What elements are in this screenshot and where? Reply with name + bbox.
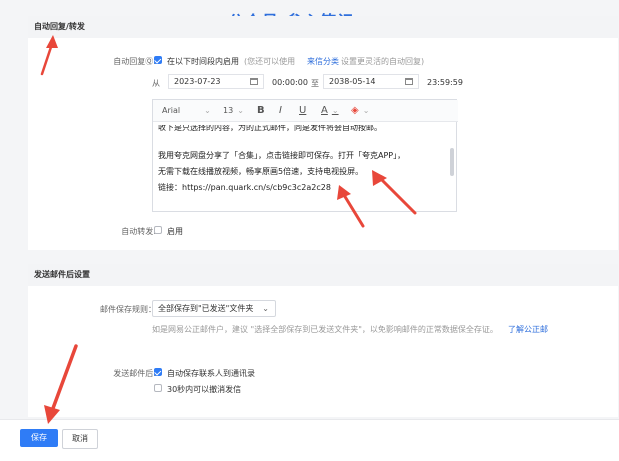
annotation-arrows (40, 35, 417, 424)
arrow-save (44, 344, 78, 424)
arrow-content-right (372, 170, 417, 215)
arrow-content-left (337, 185, 365, 228)
arrow-title (40, 35, 58, 76)
